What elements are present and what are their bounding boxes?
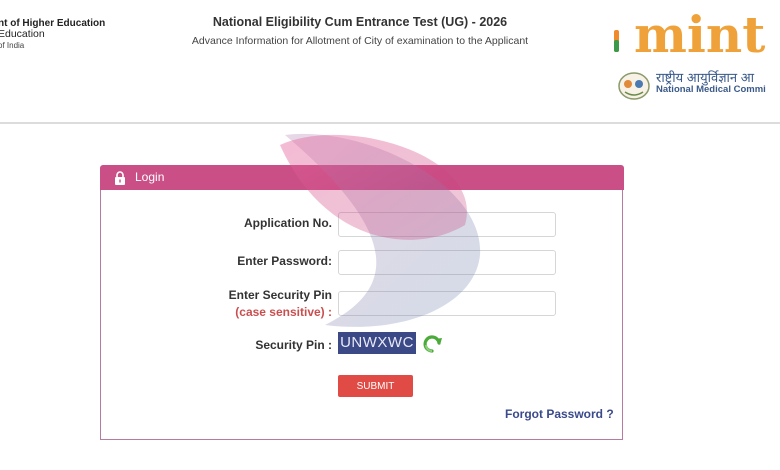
submit-button[interactable]: SUBMIT xyxy=(338,375,413,397)
security-pin-label: Enter Security Pin xyxy=(228,288,332,302)
ministry-name: nt of Higher Education Education of Indi… xyxy=(0,18,105,51)
page-title: National Eligibility Cum Entrance Test (… xyxy=(212,15,508,29)
captcha-image: UNWXWC xyxy=(338,332,416,354)
page-header: nt of Higher Education Education of Indi… xyxy=(0,0,780,122)
header-divider xyxy=(0,122,780,124)
security-pin-input[interactable] xyxy=(338,291,556,316)
password-label: Enter Password: xyxy=(237,254,332,268)
security-pin-note: (case sensitive) : xyxy=(235,305,332,319)
brand-accent-green xyxy=(614,40,619,52)
captcha-label: Security Pin : xyxy=(255,338,332,352)
nmc-english-name: National Medical Commi xyxy=(656,84,766,95)
login-panel-title: Login xyxy=(135,170,165,184)
emblem-icon xyxy=(618,72,650,100)
application-label: Application No. xyxy=(244,216,332,230)
forgot-password-link[interactable]: Forgot Password ? xyxy=(505,407,614,421)
password-input[interactable] xyxy=(338,250,556,275)
ministry-line-3: of India xyxy=(0,41,25,50)
application-input[interactable] xyxy=(338,212,556,237)
refresh-icon[interactable] xyxy=(420,332,444,356)
ministry-line-2: Education xyxy=(0,28,45,40)
page-subtitle: Advance Information for Allotment of Cit… xyxy=(191,35,529,47)
lock-icon xyxy=(115,171,125,185)
title-block: National Eligibility Cum Entrance Test (… xyxy=(160,15,560,47)
mint-logo: mint xyxy=(634,5,766,64)
login-panel-header: Login xyxy=(100,165,624,190)
